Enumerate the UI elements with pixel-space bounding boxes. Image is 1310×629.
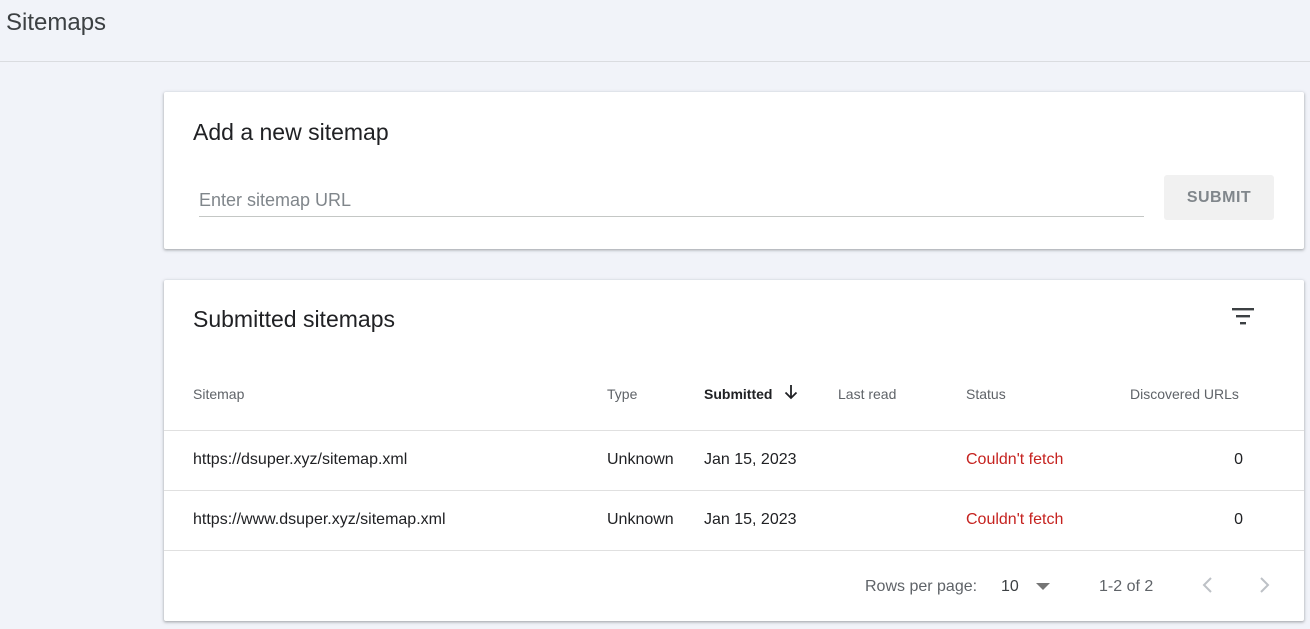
type-cell: Unknown — [607, 511, 674, 528]
discovered-urls-cell: 0 — [1234, 451, 1243, 468]
submitted-sitemaps-card: Submitted sitemaps Sitemap Type Submitte… — [164, 280, 1304, 621]
chevron-right-icon[interactable] — [1252, 573, 1276, 597]
column-header-sitemap[interactable]: Sitemap — [193, 386, 244, 402]
add-sitemap-card: Add a new sitemap SUBMIT — [164, 92, 1304, 249]
discovered-urls-cell: 0 — [1234, 511, 1243, 528]
row-divider — [164, 490, 1304, 491]
rows-per-page-label: Rows per page: — [865, 578, 978, 595]
column-header-submitted[interactable]: Submitted — [704, 386, 772, 402]
pagination-range: 1-2 of 2 — [1099, 578, 1154, 595]
sitemap-url-cell[interactable]: https://dsuper.xyz/sitemap.xml — [193, 451, 407, 469]
filter-list-icon[interactable] — [1229, 306, 1257, 328]
submitted-sitemaps-title: Submitted sitemaps — [193, 306, 395, 332]
chevron-left-icon[interactable] — [1196, 573, 1220, 597]
column-header-type[interactable]: Type — [607, 386, 637, 402]
header-divider — [164, 430, 1304, 431]
top-bar: Sitemaps — [0, 0, 1310, 62]
add-sitemap-title: Add a new sitemap — [193, 119, 389, 145]
submit-button[interactable]: SUBMIT — [1164, 175, 1274, 220]
sitemap-url-cell[interactable]: https://www.dsuper.xyz/sitemap.xml — [193, 511, 446, 529]
column-header-status[interactable]: Status — [966, 386, 1006, 402]
column-header-discovered-urls[interactable]: Discovered URLs — [1130, 386, 1239, 402]
status-cell: Couldn't fetch — [966, 511, 1064, 528]
column-header-last-read[interactable]: Last read — [838, 386, 896, 402]
page-title: Sitemaps — [6, 9, 107, 36]
rows-per-page-value[interactable]: 10 — [1001, 578, 1019, 596]
chevron-down-icon[interactable] — [1036, 583, 1050, 590]
status-cell: Couldn't fetch — [966, 451, 1064, 468]
arrow-down-icon[interactable] — [782, 383, 800, 401]
submitted-cell: Jan 15, 2023 — [704, 451, 797, 468]
row-divider — [164, 550, 1304, 551]
sitemap-url-input[interactable] — [199, 184, 1144, 217]
submitted-cell: Jan 15, 2023 — [704, 511, 797, 528]
type-cell: Unknown — [607, 451, 674, 468]
